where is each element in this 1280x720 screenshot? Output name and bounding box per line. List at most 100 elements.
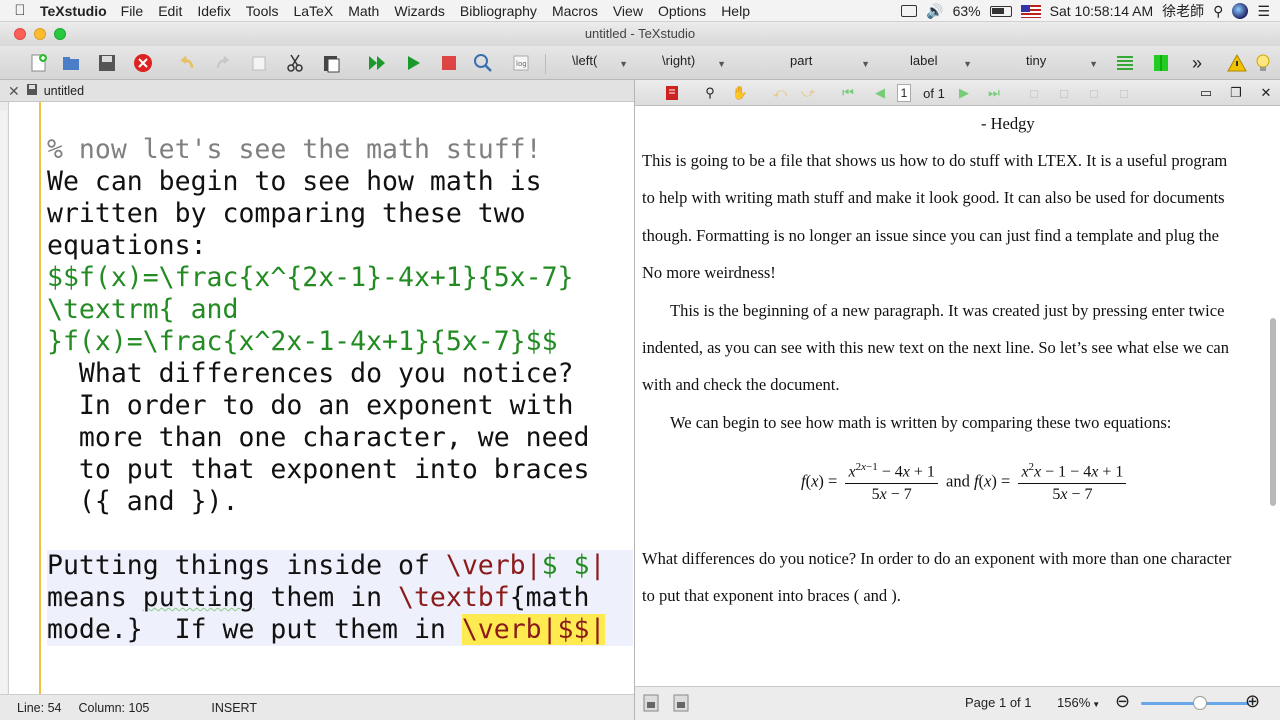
pdf-paragraph-line: to help with writing math stuff and make…	[642, 188, 1225, 207]
compile-icon[interactable]	[402, 52, 424, 74]
code-line[interactable]: Putting things inside of \verb|$ $|	[47, 550, 633, 582]
zoom-slider-handle[interactable]	[1193, 696, 1207, 710]
pdf-equation-and: and	[946, 471, 970, 491]
editor-text[interactable]: % now let's see the math stuff! We can be…	[47, 134, 633, 646]
code-line[interactable]: We can begin to see how math is	[47, 166, 633, 198]
airplay-icon[interactable]	[901, 5, 918, 17]
build-and-view-icon[interactable]	[366, 52, 388, 74]
redo-icon[interactable]	[212, 52, 234, 74]
zoom-window-button[interactable]	[54, 28, 66, 40]
close-window-button[interactable]	[14, 28, 26, 40]
code-line[interactable]: means putting them in \textbf{math	[47, 582, 633, 614]
close-viewer-icon[interactable]: ✕	[1257, 84, 1275, 102]
menu-edit[interactable]: Edit	[158, 3, 182, 19]
single-page-icon[interactable]: □	[1025, 84, 1043, 102]
continuous-page-icon[interactable]: □	[1055, 84, 1073, 102]
code-line[interactable]	[47, 518, 633, 550]
back-icon[interactable]: ⤺	[771, 84, 789, 102]
fit-page-icon[interactable]: □	[1115, 84, 1133, 102]
spotlight-search-icon[interactable]: ⚲	[1213, 3, 1223, 20]
menu-tools[interactable]: Tools	[246, 3, 279, 19]
menu-idefix[interactable]: Idefix	[197, 3, 230, 19]
copy-icon[interactable]	[248, 52, 270, 74]
zoom-in-icon[interactable]: ⊕	[1245, 691, 1260, 712]
code-line[interactable]: more than one character, we need	[47, 422, 633, 454]
menu-bibliography[interactable]: Bibliography	[460, 3, 537, 19]
zoom-select[interactable]: 156% ▼	[1057, 695, 1100, 710]
last-page-icon[interactable]: ⏭	[985, 84, 1003, 102]
menu-file[interactable]: File	[121, 3, 144, 19]
menu-help[interactable]: Help	[721, 3, 750, 19]
code-token: {math	[509, 582, 590, 613]
first-page-icon[interactable]: ⏮	[839, 84, 857, 102]
code-line[interactable]: to put that exponent into braces	[47, 454, 633, 486]
lock-icon[interactable]	[643, 694, 659, 715]
left-delimiter-combo[interactable]: \left(▼	[572, 53, 628, 73]
tab-untitled[interactable]: ✕ untitled	[8, 80, 138, 102]
hand-tool-icon[interactable]: ✋	[731, 84, 749, 102]
cut-icon[interactable]	[284, 52, 306, 74]
page-number-input[interactable]: 1	[897, 84, 911, 102]
code-token: written by comparing these two	[47, 198, 526, 229]
font-size-combo[interactable]: tiny ▼	[1026, 53, 1098, 73]
close-tab-icon[interactable]: ✕	[8, 83, 20, 100]
code-line[interactable]: ({ and }).	[47, 486, 633, 518]
table-icon[interactable]	[1114, 52, 1136, 74]
menu-latex[interactable]: LaTeX	[293, 3, 333, 19]
code-line[interactable]: $$f(x)=\frac{x^{2x-1}-4x+1}{5x-7}	[47, 262, 633, 294]
code-editor[interactable]: % now let's see the math stuff! We can be…	[8, 102, 634, 694]
code-line[interactable]: \textrm{ and	[47, 294, 633, 326]
notification-center-icon[interactable]: ☰	[1257, 3, 1270, 20]
volume-icon[interactable]: 🔊	[926, 3, 943, 20]
menu-macros[interactable]: Macros	[552, 3, 598, 19]
menu-math[interactable]: Math	[348, 3, 379, 19]
pdf-page[interactable]: - Hedgy This is going to be a file that …	[634, 106, 1280, 686]
warning-icon[interactable]	[1226, 52, 1248, 74]
menu-view[interactable]: View	[613, 3, 643, 19]
toolbar-overflow-icon[interactable]: »	[1186, 52, 1208, 74]
close-file-icon[interactable]	[132, 52, 154, 74]
apple-icon[interactable]: 	[0, 2, 40, 19]
pdf-document-icon[interactable]	[663, 84, 681, 102]
code-line[interactable]: In order to do an exponent with	[47, 390, 633, 422]
save-icon[interactable]	[96, 52, 118, 74]
undo-icon[interactable]	[176, 52, 198, 74]
pdf-scrollbar[interactable]	[1270, 318, 1276, 506]
structure-combo[interactable]: part ▼	[790, 53, 870, 73]
sync-lock-icon[interactable]	[673, 694, 689, 715]
paste-icon[interactable]	[320, 52, 342, 74]
new-file-icon[interactable]	[28, 52, 50, 74]
user-name[interactable]: 徐老師	[1162, 1, 1204, 21]
forward-icon[interactable]: ⤻	[799, 84, 817, 102]
stop-icon[interactable]	[438, 52, 460, 74]
right-delimiter-combo[interactable]: \right) ▼	[662, 53, 726, 73]
menu-options[interactable]: Options	[658, 3, 706, 19]
code-line[interactable]: % now let's see the math stuff!	[47, 134, 633, 166]
code-line[interactable]: What differences do you notice?	[47, 358, 633, 390]
input-flag-icon[interactable]	[1020, 4, 1041, 18]
window-viewer-icon[interactable]: ❐	[1227, 84, 1245, 102]
code-line[interactable]: equations:	[47, 230, 633, 262]
app-menu[interactable]: TeXstudio	[40, 3, 107, 19]
minimize-window-button[interactable]	[34, 28, 46, 40]
previous-page-icon[interactable]: ◀	[871, 84, 889, 102]
next-page-icon[interactable]: ▶	[955, 84, 973, 102]
view-log-icon[interactable]: log	[510, 52, 532, 74]
open-file-icon[interactable]	[60, 52, 82, 74]
code-line[interactable]: written by comparing these two	[47, 198, 633, 230]
two-page-icon[interactable]: □	[1085, 84, 1103, 102]
clock[interactable]: Sat 10:58:14 AM	[1050, 3, 1154, 19]
view-pdf-icon[interactable]	[472, 52, 494, 74]
embed-viewer-icon[interactable]: ▭	[1197, 84, 1215, 102]
reference-combo[interactable]: label ▼	[910, 53, 972, 73]
code-line[interactable]: mode.} If we put them in \verb|$$|	[47, 614, 633, 646]
pdf-status-bar: Page 1 of 1 156% ▼ ⊖ ⊕	[634, 686, 1280, 720]
siri-icon[interactable]	[1232, 3, 1249, 19]
pdf-search-icon[interactable]: ⚲	[701, 84, 719, 102]
zoom-out-icon[interactable]: ⊖	[1115, 691, 1130, 712]
tabular-icon[interactable]	[1150, 52, 1172, 74]
code-line[interactable]: }f(x)=\frac{x^2x-1-4x+1}{5x-7}$$	[47, 326, 633, 358]
battery-icon[interactable]	[989, 5, 1012, 17]
menu-wizards[interactable]: Wizards	[394, 3, 445, 19]
lightbulb-icon[interactable]	[1252, 52, 1274, 74]
